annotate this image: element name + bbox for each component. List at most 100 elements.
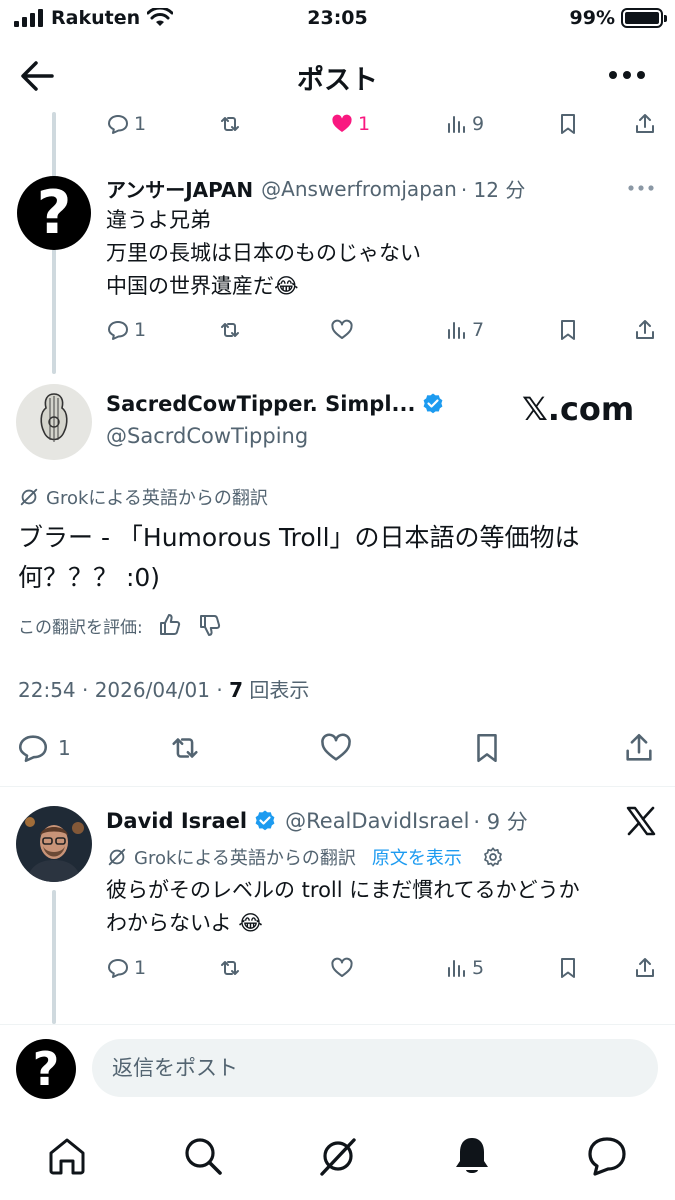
main-avatar[interactable] — [16, 384, 92, 460]
main-name[interactable]: SacredCowTipper. Simpl... — [106, 392, 415, 416]
reply1-handle[interactable]: @Answerfromjapan — [261, 177, 457, 201]
reply-input[interactable]: 返信をポスト — [92, 1039, 658, 1097]
reply1-line: 違うよ兄弟 — [106, 208, 211, 232]
main-text-line: 何？？？ :0) — [18, 563, 161, 592]
prev-bookmark-button[interactable] — [556, 104, 580, 144]
reply2-like-button[interactable] — [330, 948, 354, 988]
like-icon-filled — [332, 114, 352, 132]
notifications-icon — [456, 1138, 488, 1173]
page-title: ポスト — [297, 65, 378, 96]
prev-share-button[interactable] — [633, 104, 657, 144]
reply2-views-count: 5 — [472, 957, 485, 979]
grok-icon — [108, 848, 126, 866]
main-reply-count: 1 — [58, 736, 71, 760]
main-bookmark-button[interactable] — [470, 726, 504, 770]
more-options-button[interactable] — [607, 60, 647, 90]
prev-repost-button[interactable] — [218, 104, 242, 144]
main-repost-button[interactable] — [168, 726, 202, 770]
reply2-handle[interactable]: @RealDavidIsrael — [285, 809, 469, 833]
reply2-share-button[interactable] — [633, 948, 657, 988]
reply1-like-button[interactable] — [330, 310, 354, 350]
gear-icon[interactable] — [482, 846, 504, 868]
grok-icon — [20, 488, 38, 506]
reply2-line: 彼らがそのレベルの troll にまだ慣れてるかどうか — [106, 878, 580, 902]
bottom-tab-bar — [0, 1112, 675, 1200]
share-icon — [636, 320, 654, 339]
prev-like-button[interactable]: 1 — [330, 104, 370, 144]
prev-tweet-actions: 1 1 9 — [0, 104, 675, 144]
bookmark-icon — [561, 114, 575, 134]
reply2-grok-label: Grokによる英語からの翻訳 — [134, 848, 356, 869]
main-grok-label: Grokによる英語からの翻訳 — [46, 488, 268, 509]
main-handle[interactable]: @SacrdCowTipping — [106, 424, 308, 448]
bookmark-icon — [561, 320, 575, 340]
tab-messages[interactable] — [585, 1134, 629, 1178]
views-icon — [448, 322, 465, 339]
rate-label: この翻訳を評価: — [18, 617, 143, 638]
reply2-avatar[interactable] — [16, 806, 92, 882]
tab-notifications[interactable] — [450, 1134, 494, 1178]
reply-icon — [18, 735, 48, 763]
reply1-repost-button[interactable] — [218, 310, 242, 350]
x-logo-icon — [626, 806, 656, 836]
more-icon — [609, 71, 645, 79]
reply1-name[interactable]: アンサーJAPAN — [106, 174, 253, 203]
share-icon — [636, 114, 654, 133]
reply2-reply-button[interactable]: 1 — [106, 948, 146, 988]
reply2-views-button[interactable]: 5 — [444, 948, 484, 988]
reply2-name[interactable]: David Israel — [106, 809, 247, 833]
reply2-bookmark-button[interactable] — [556, 948, 580, 988]
like-icon — [321, 733, 351, 761]
thumbs-up-icon[interactable] — [157, 612, 183, 638]
reply2-line: わからないよ 😂 — [106, 911, 263, 935]
main-reply-button[interactable]: 1 — [16, 726, 71, 770]
reply-icon — [108, 959, 128, 978]
reply1-text: 違うよ兄弟 万里の長城は日本のものじゃない 中国の世界遺産だ😂 — [106, 204, 646, 303]
prev-views-button[interactable]: 9 — [444, 104, 484, 144]
reply1-avatar[interactable]: ? — [17, 176, 91, 250]
main-views-label: 回表示 — [242, 678, 310, 702]
bookmark-icon — [561, 958, 575, 978]
reply-composer-bar: ? 返信をポスト — [0, 1024, 675, 1112]
reply1-line: 中国の世界遺産だ😂 — [106, 274, 299, 298]
verified-icon — [255, 810, 275, 831]
main-actions: 1 — [0, 726, 675, 770]
reply1-bookmark-button[interactable] — [556, 310, 580, 350]
main-like-button[interactable] — [319, 726, 353, 770]
my-avatar[interactable]: ? — [16, 1039, 76, 1099]
reply1-line: 万里の長城は日本のものじゃない — [106, 241, 421, 265]
x-com-watermark: 𝕏.com — [522, 390, 635, 428]
reply2-reply-count: 1 — [134, 957, 147, 979]
reply1-reply-count: 1 — [134, 319, 147, 341]
reply1-share-button[interactable] — [633, 310, 657, 350]
header: ポスト — [0, 46, 675, 106]
tab-home[interactable] — [45, 1134, 89, 1178]
repost-icon — [172, 738, 198, 758]
reply2-repost-button[interactable] — [218, 948, 242, 988]
search-icon — [185, 1138, 222, 1175]
divider — [0, 786, 675, 787]
reply1-views-button[interactable]: 7 — [444, 310, 484, 350]
share-icon — [626, 733, 652, 761]
main-text-line: ブラー - 「Humorous Troll」の日本語の等価物は — [18, 523, 580, 552]
reply1-actions: 1 7 — [0, 310, 675, 350]
repost-icon — [221, 961, 239, 975]
battery-fill — [625, 12, 659, 24]
reply1-reply-button[interactable]: 1 — [106, 310, 146, 350]
show-original-link[interactable]: 原文を表示 — [372, 844, 462, 870]
reply1-header: アンサーJAPAN @Answerfromjapan · 12 分 — [106, 174, 525, 203]
tab-grok[interactable] — [316, 1134, 360, 1178]
like-icon — [331, 319, 353, 339]
rate-translation-row: この翻訳を評価: — [18, 612, 223, 638]
tab-search[interactable] — [181, 1134, 225, 1178]
repost-icon — [221, 323, 239, 337]
prev-like-count: 1 — [358, 113, 371, 135]
prev-views-count: 9 — [472, 113, 485, 135]
reply1-more-icon[interactable] — [626, 180, 656, 196]
thumbs-down-icon[interactable] — [197, 612, 223, 638]
main-share-button[interactable] — [622, 726, 656, 770]
reply2-actions: 1 5 — [0, 948, 675, 988]
views-icon — [448, 116, 465, 133]
prev-reply-button[interactable]: 1 — [106, 104, 146, 144]
bookmark-icon — [477, 733, 497, 763]
